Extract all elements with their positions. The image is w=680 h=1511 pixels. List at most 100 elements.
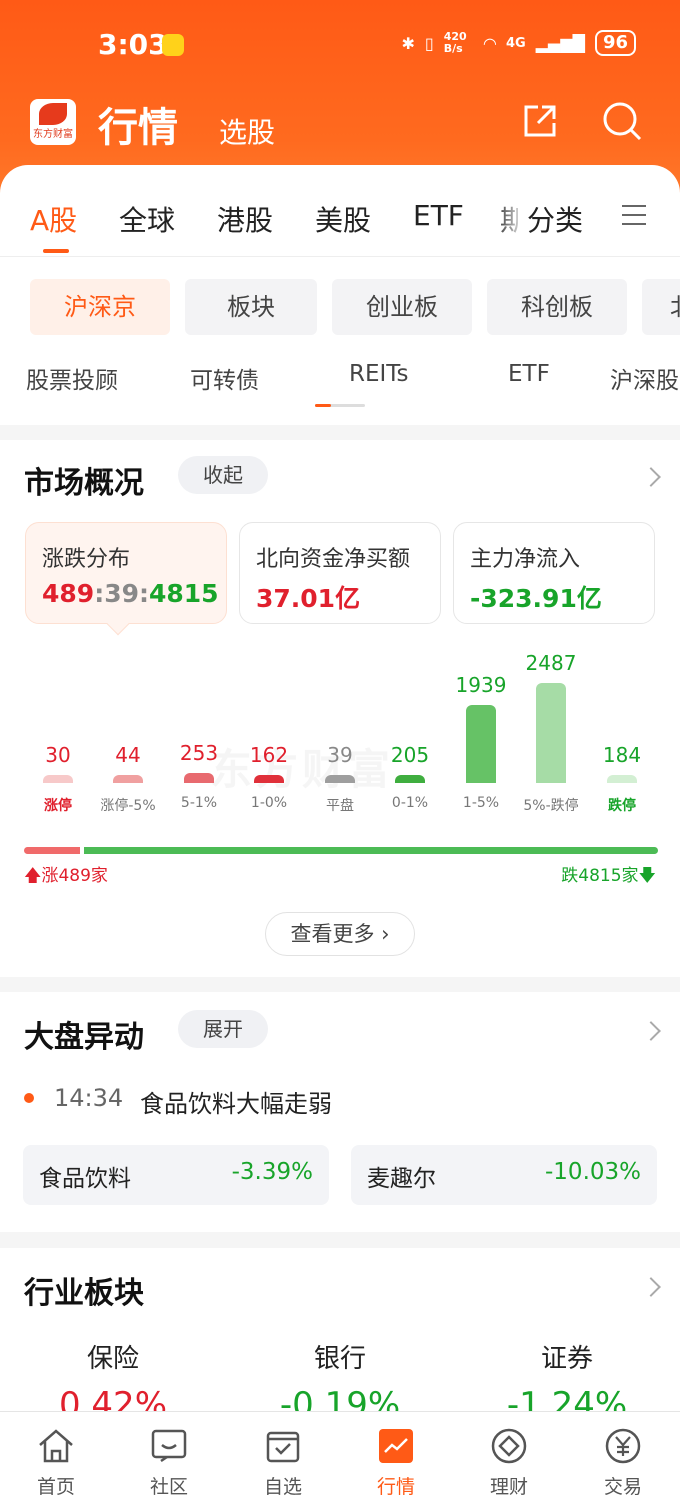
subtab-etf[interactable]: ETF — [508, 361, 550, 387]
home-icon — [39, 1429, 73, 1463]
rise-fall-card[interactable]: 涨跌分布 489:39:4815 — [25, 522, 227, 624]
menu-icon[interactable] — [622, 205, 646, 227]
logo-text: 东方财富 — [33, 129, 73, 140]
nav-market[interactable]: 行情 — [356, 1426, 436, 1499]
trade-icon — [605, 1428, 641, 1464]
bar-category-label: 0-1% — [391, 795, 429, 811]
up-ratio-bar — [24, 847, 80, 854]
nav-label: 行情 — [376, 1476, 415, 1498]
bluetooth-icon: ✱ — [401, 33, 415, 53]
bottom-nav: 首页 社区 自选 行情 理财 交易 — [0, 1411, 680, 1511]
chevron-right-icon[interactable] — [641, 467, 661, 487]
main-flow-card[interactable]: 主力净流入 -323.91亿 — [453, 522, 655, 624]
stock-change: -3.39% — [231, 1159, 313, 1185]
bar-value-label: 39 — [327, 743, 353, 767]
tab-global[interactable]: 全球 — [119, 199, 175, 239]
northbound-card[interactable]: 北向资金净买额 37.01亿 — [239, 522, 441, 624]
chevron-right-icon[interactable] — [641, 1277, 661, 1297]
chip-north[interactable]: 北 — [642, 279, 680, 335]
vibrate-icon: ▯ — [424, 33, 434, 53]
distribution-bar — [536, 683, 566, 783]
bar-value-label: 44 — [115, 743, 141, 767]
stock-change: -10.03% — [545, 1159, 641, 1185]
bar-value-label: 205 — [390, 742, 430, 767]
tab-a-share[interactable]: A股 — [30, 199, 77, 239]
chip-star[interactable]: 科创板 — [487, 279, 627, 335]
community-icon — [151, 1429, 187, 1463]
bar-category-label: 跌停 — [608, 798, 636, 814]
expand-button[interactable]: 展开 — [178, 1010, 268, 1048]
bar-value-label: 30 — [45, 743, 71, 767]
distribution-bar — [254, 775, 284, 783]
nav-community[interactable]: 社区 — [129, 1426, 209, 1499]
stock-name: 食品饮料 — [39, 1166, 131, 1192]
event-time: 14:34 — [54, 1084, 124, 1112]
tab-etf[interactable]: ETF — [413, 199, 464, 232]
share-icon[interactable] — [520, 101, 560, 141]
distribution-bar — [43, 775, 73, 783]
logo-mark-icon — [39, 103, 67, 125]
bar-category-label: 平盘 — [326, 798, 354, 814]
subtab-scroll-indicator — [315, 404, 365, 407]
nav-label: 首页 — [36, 1476, 75, 1498]
stock-box[interactable]: 食品饮料 -3.39% — [23, 1145, 329, 1205]
network-type: 4G — [506, 35, 526, 51]
nav-watchlist[interactable]: 自选 — [243, 1426, 323, 1499]
industry-title: 行业板块 — [24, 1276, 144, 1311]
subtab-advisor[interactable]: 股票投顾 — [26, 361, 118, 395]
view-more-button[interactable]: 查看更多 › — [265, 912, 415, 956]
rise-fall-value: 489:39:4815 — [42, 579, 219, 608]
bar-category-label: 1-0% — [250, 795, 288, 811]
stock-picker-link[interactable]: 选股 — [219, 111, 275, 151]
bar-category-label: 涨停 — [44, 798, 72, 814]
bar-value-label: 253 — [179, 740, 219, 765]
bar-value-label: 2487 — [525, 651, 577, 675]
tab-category[interactable]: 分类 — [527, 199, 583, 239]
tab-us[interactable]: 美股 — [315, 199, 371, 239]
event-text[interactable]: 食品饮料大幅走弱 — [140, 1084, 332, 1119]
search-icon[interactable] — [600, 99, 644, 143]
app-bar: 东方财富 行情 选股 — [0, 95, 680, 155]
stock-box[interactable]: 麦趣尔 -10.03% — [351, 1145, 657, 1205]
nav-label: 社区 — [149, 1476, 188, 1498]
market-moves-title: 大盘异动 — [24, 1020, 144, 1055]
chip-sector[interactable]: 板块 — [185, 279, 317, 335]
divider — [0, 256, 680, 257]
watchlist-icon — [266, 1431, 300, 1463]
subtab-convertible[interactable]: 可转债 — [190, 361, 259, 395]
market-tabs: A股 全球 港股 美股 ETF 期 分类 — [0, 165, 680, 257]
market-overview-section: 市场概况 收起 涨跌分布 489:39:4815 北向资金净买额 37.01亿 … — [0, 440, 680, 977]
industry-name: 保险 — [86, 1344, 139, 1374]
distribution-chart: 30 涨停 44 涨停-5% 253 5-1% 162 1-0% 39 平盘 205 0-1% 1939… — [0, 650, 680, 830]
subtab-reits[interactable]: REITs — [349, 361, 409, 387]
northbound-label: 北向资金净买额 — [256, 547, 411, 572]
nav-label: 交易 — [603, 1476, 642, 1498]
net-speed: 420 B/s — [443, 30, 467, 55]
nav-wealth[interactable]: 理财 — [469, 1426, 549, 1499]
tab-fade — [495, 195, 525, 235]
chip-hushenjing[interactable]: 沪深京 — [30, 279, 170, 335]
wealth-icon — [491, 1428, 527, 1464]
market-overview-title: 市场概况 — [24, 466, 144, 501]
nav-trade[interactable]: 交易 — [583, 1426, 663, 1499]
subtab-hushen[interactable]: 沪深股 — [610, 361, 679, 395]
tab-hk[interactable]: 港股 — [217, 199, 273, 239]
bar-value-label: 162 — [249, 743, 289, 767]
chip-chinext[interactable]: 创业板 — [332, 279, 472, 335]
status-time: 3:03 — [98, 28, 168, 61]
northbound-value: 37.01亿 — [256, 584, 361, 613]
market-icon — [379, 1429, 413, 1463]
industry-section: 行业板块 保险 0.42% 银行 -0.19% 证券 -1.24% — [0, 1248, 680, 1425]
up-count: 🡅涨489家 — [24, 866, 108, 886]
signal-icon: ▂▄▆█ — [535, 33, 585, 53]
notification-icon — [162, 34, 184, 56]
bar-category-label: 1-5% — [462, 795, 500, 811]
nav-label: 自选 — [263, 1476, 302, 1498]
app-logo[interactable]: 东方财富 — [30, 99, 76, 145]
stock-name: 麦趣尔 — [367, 1166, 436, 1192]
nav-label: 理财 — [489, 1476, 528, 1498]
nav-home[interactable]: 首页 — [16, 1426, 96, 1499]
collapse-button[interactable]: 收起 — [178, 456, 268, 494]
down-ratio-bar — [84, 847, 658, 854]
chevron-right-icon[interactable] — [641, 1021, 661, 1041]
